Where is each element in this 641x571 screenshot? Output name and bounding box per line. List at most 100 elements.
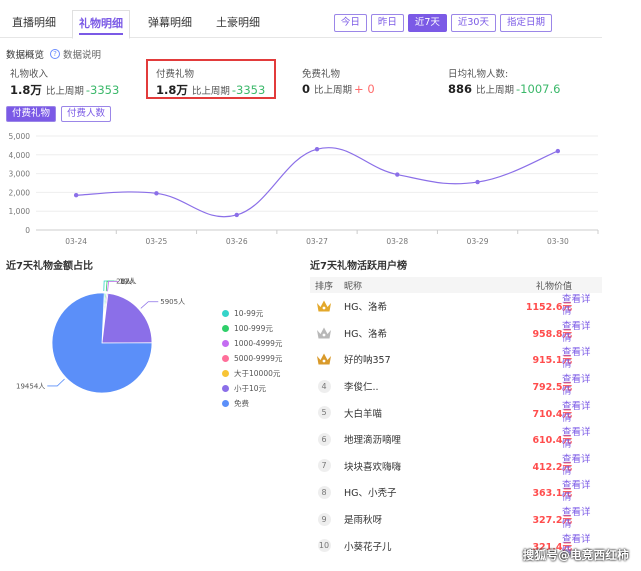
view-detail-link[interactable]: 查看详情	[562, 480, 594, 504]
question-icon: ?	[50, 49, 61, 59]
pie-label: 19454人	[16, 382, 45, 390]
tab-rich-detail[interactable]: 土豪明细	[210, 10, 266, 38]
data-point[interactable]	[314, 146, 320, 152]
rank-cell: 8	[310, 485, 338, 499]
rank-row: 9 是雨秋呀 327.2元 查看详情	[310, 506, 602, 533]
rank-table: 排序 昵称 礼物价值 HG、洛希 1152.6元 查看详情 HG、洛希 958.8元 查看…	[310, 277, 602, 559]
stat-label: 日均礼物人数:	[448, 69, 509, 80]
rank-row: 5 大白羊喵 710.4元 查看详情	[310, 399, 602, 426]
pie-leader-line	[47, 378, 65, 387]
rank-row: HG、洛希 958.8元 查看详情	[310, 320, 602, 347]
tab-bar: 直播明细 礼物明细 弹幕明细 土豪明细 今日 昨日 近7天 近30天 指定日期	[0, 0, 602, 39]
x-tick-label: 03-24	[65, 237, 87, 246]
stat-compare: 比上周期	[314, 85, 353, 96]
view-detail-link[interactable]: 查看详情	[562, 427, 594, 451]
gift-value: 610.4元	[532, 435, 572, 447]
data-point[interactable]	[555, 148, 561, 154]
stat-free-gift: 免费礼物 0 比上周期 + 0	[302, 66, 375, 96]
legend-item[interactable]: 小于10元	[222, 381, 282, 396]
gift-value: 363.1元	[532, 488, 572, 500]
range-custom-date-button[interactable]: 指定日期	[499, 14, 552, 32]
range-yesterday-button[interactable]: 昨日	[370, 14, 404, 32]
legend-item[interactable]: 1000-4999元	[222, 336, 282, 351]
gift-value: 710.4元	[532, 408, 572, 420]
stat-delta: + 0	[354, 82, 375, 96]
stat-value: 0	[302, 82, 311, 96]
rank-row: 8 HG、小秃子 363.1元 查看详情	[310, 479, 602, 506]
date-range-group: 今日 昨日 近7天 近30天 指定日期	[333, 14, 552, 32]
pie-leader-line	[140, 301, 159, 309]
pie-leader-line	[103, 280, 115, 292]
view-detail-link[interactable]: 查看详情	[562, 401, 594, 425]
view-detail-link[interactable]: 查看详情	[562, 454, 594, 478]
legend-label: 5000-9999元	[234, 354, 283, 363]
stat-label: 礼物收入	[10, 69, 49, 80]
tab-gift-detail-label: 礼物明细	[79, 17, 123, 30]
stat-compare: 比上周期	[45, 86, 84, 97]
rank-number: 10	[317, 539, 331, 553]
legend-item[interactable]: 5000-9999元	[222, 351, 282, 366]
user-nickname: 李俊仁..	[344, 382, 379, 394]
legend-dot	[222, 370, 229, 377]
view-detail-link[interactable]: 查看详情	[562, 321, 594, 345]
range-7days-button[interactable]: 近7天	[407, 14, 447, 32]
paid-gift-button[interactable]: 付费礼物	[6, 106, 57, 122]
legend-item[interactable]: 100-999元	[222, 321, 282, 336]
gift-value: 915.1元	[532, 355, 572, 367]
data-point[interactable]	[475, 179, 480, 185]
legend-dot	[222, 355, 229, 362]
x-tick-label: 03-25	[146, 237, 168, 246]
legend-label: 免费	[234, 399, 249, 408]
x-tick-label: 03-28	[386, 237, 408, 246]
data-point[interactable]	[234, 212, 239, 218]
tab-gift-detail[interactable]: 礼物明细	[72, 10, 130, 39]
tab-danmaku-detail[interactable]: 弹幕明细	[142, 10, 198, 38]
metric-switch: 付费礼物 付费人数	[6, 106, 112, 122]
y-tick-label: 0	[25, 226, 30, 235]
rank-cell: 9	[310, 512, 338, 526]
x-tick-label: 03-27	[306, 237, 328, 246]
range-today-button[interactable]: 今日	[333, 14, 367, 32]
paid-users-button[interactable]: 付费人数	[61, 106, 112, 122]
data-point[interactable]	[73, 193, 79, 198]
pie-slice[interactable]	[101, 292, 153, 344]
active-tab-underline	[79, 33, 123, 35]
range-30days-button[interactable]: 近30天	[450, 14, 496, 32]
pie-label: 1人	[121, 278, 132, 286]
overview-header: 数据概览 ? 数据说明	[6, 47, 101, 61]
legend-item[interactable]: 免费	[222, 396, 282, 411]
legend-item[interactable]: 大于10000元	[222, 366, 282, 381]
data-help-link[interactable]: ? 数据说明	[50, 47, 101, 61]
rank-number: 9	[317, 512, 331, 526]
rank-section-title: 近7天礼物活跃用户榜	[310, 261, 407, 272]
rank-cell: 7	[310, 459, 338, 473]
legend-label: 100-999元	[234, 324, 273, 333]
stat-compare: 比上周期	[476, 85, 515, 96]
view-detail-link[interactable]: 查看详情	[562, 347, 594, 371]
rank-cell: 10	[310, 539, 338, 553]
legend-dot	[222, 325, 229, 332]
tab-live-detail[interactable]: 直播明细	[6, 10, 62, 38]
legend-item[interactable]: 10-99元	[222, 306, 282, 321]
series-line	[76, 147, 559, 218]
data-point[interactable]	[395, 172, 400, 177]
rank-number: 4	[317, 379, 331, 393]
gift-value: 958.8元	[532, 328, 572, 340]
view-detail-link[interactable]: 查看详情	[562, 294, 594, 318]
user-nickname: HG、小秃子	[344, 488, 397, 500]
rank-cell: 5	[310, 406, 338, 420]
stat-delta: -3353	[85, 83, 120, 97]
user-nickname: 小葵花子儿	[344, 541, 392, 553]
y-tick-label: 1,000	[9, 207, 31, 216]
user-nickname: 块块喜欢嗨嗨	[344, 461, 402, 473]
stat-value-row: 0 比上周期 + 0	[302, 82, 375, 96]
view-detail-link[interactable]: 查看详情	[562, 374, 594, 398]
rank-table-header: 排序 昵称 礼物价值	[310, 277, 602, 293]
gift-value: 412.2元	[532, 461, 572, 473]
data-point[interactable]	[154, 191, 159, 196]
x-tick-label: 03-30	[547, 237, 569, 246]
view-detail-link[interactable]: 查看详情	[562, 507, 594, 531]
rank-cell	[310, 299, 338, 313]
legend-dot	[222, 400, 229, 407]
legend-dot	[222, 340, 229, 347]
